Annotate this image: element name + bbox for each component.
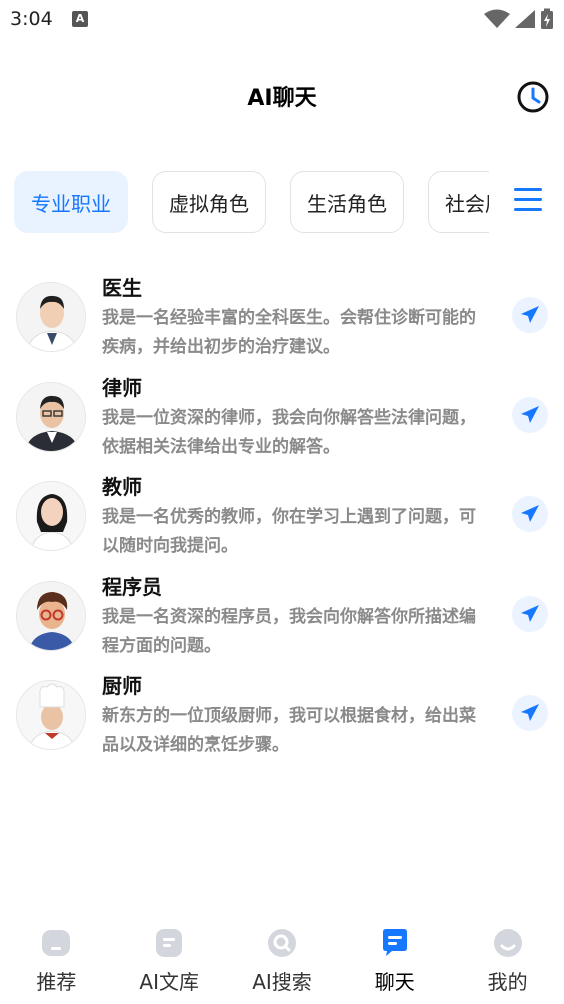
role-name: 医生	[102, 276, 142, 300]
role-list: 医生 我是一名经验丰富的全科医生。会帮住诊断可能的疾病，并给出初步的治疗建议。 …	[0, 268, 564, 766]
tab-social[interactable]: 社会层次	[428, 171, 489, 233]
list-item[interactable]: 医生 我是一名经验丰富的全科医生。会帮住诊断可能的疾病，并给出初步的治疗建议。	[0, 268, 564, 368]
avatar-lawyer	[16, 381, 86, 452]
role-desc: 我是一名资深的程序员，我会向你解答你所描述编程方面的问题。	[102, 606, 476, 656]
nav-chat[interactable]: 聊天	[338, 920, 451, 1004]
tab-label: 虚拟角色	[169, 191, 249, 216]
send-button[interactable]	[512, 595, 548, 632]
status-bar: 3:04 A	[0, 0, 564, 40]
send-icon	[521, 704, 539, 721]
send-button[interactable]	[512, 297, 548, 333]
role-desc: 我是一名优秀的教师，你在学习上遇到了问题，可以随时向我提问。	[102, 507, 476, 556]
tab-label: 生活角色	[307, 191, 387, 216]
tab-label: 专业职业	[31, 191, 111, 216]
list-item[interactable]: 程序员 我是一名资深的程序员，我会向你解答你所描述编程方面的问题。	[0, 567, 564, 667]
role-desc: 新东方的一位顶级厨师，我可以根据食材，给出菜品以及详细的烹饪步骤。	[102, 706, 476, 755]
list-item[interactable]: 律师 我是一位资深的律师，我会向你解答些法律问题，依据相关法律给出专业的解答。	[0, 368, 564, 468]
list-item[interactable]: 教师 我是一名优秀的教师，你在学习上遇到了问题，可以随时向我提问。	[0, 467, 564, 567]
page-title: AI聊天	[247, 86, 317, 111]
avatar-teacher	[16, 481, 86, 551]
send-button[interactable]	[512, 396, 548, 433]
system-icons	[484, 8, 554, 30]
role-desc: 我是一位资深的律师，我会向你解答些法律问题，依据相关法律给出专业的解答。	[102, 407, 476, 457]
chat-icon	[382, 929, 407, 956]
tab-label: 社会层次	[445, 191, 489, 216]
nav-recommend[interactable]: 推荐	[0, 920, 113, 1004]
library-icon	[156, 929, 183, 957]
category-tabs: 专业职业 虚拟角色 生活角色 社会层次	[14, 171, 489, 235]
tab-professional[interactable]: 专业职业	[14, 171, 128, 233]
nav-label: 聊天	[374, 970, 415, 994]
role-name: 程序员	[102, 574, 162, 599]
tab-life[interactable]: 生活角色	[290, 171, 404, 233]
search-icon	[267, 929, 296, 957]
send-icon	[521, 306, 539, 323]
send-button[interactable]	[512, 496, 548, 532]
wifi-icon	[484, 9, 510, 28]
history-clock-icon[interactable]	[516, 80, 550, 114]
send-icon	[521, 505, 539, 522]
send-icon	[521, 604, 539, 622]
notification-icon: A	[72, 11, 88, 27]
home-icon	[42, 930, 71, 956]
signal-icon	[515, 10, 535, 28]
tab-virtual[interactable]: 虚拟角色	[152, 171, 266, 233]
menu-icon[interactable]	[514, 188, 542, 216]
role-desc: 我是一名经验丰富的全科医生。会帮住诊断可能的疾病，并给出初步的治疗建议。	[102, 308, 476, 357]
bottom-nav: 推荐 AI文库 AI搜索 聊天 我的	[0, 920, 564, 1004]
list-item[interactable]: 厨师 新东方的一位顶级厨师，我可以根据食材，给出菜品以及详细的烹饪步骤。	[0, 666, 564, 766]
send-icon	[521, 405, 539, 423]
profile-icon	[493, 929, 522, 957]
role-name: 厨师	[102, 674, 142, 698]
nav-search[interactable]: AI搜索	[226, 920, 339, 1004]
nav-profile[interactable]: 我的	[451, 920, 564, 1004]
nav-label: 推荐	[36, 970, 77, 994]
nav-library[interactable]: AI文库	[113, 920, 226, 1004]
status-time: 3:04	[10, 8, 53, 30]
send-button[interactable]	[512, 695, 548, 731]
role-name: 律师	[102, 375, 142, 400]
nav-label: AI搜索	[252, 970, 312, 994]
nav-label: 我的	[487, 970, 528, 994]
avatar-doctor	[16, 282, 86, 352]
battery-icon	[541, 8, 553, 29]
nav-label: AI文库	[139, 970, 199, 994]
role-name: 教师	[102, 475, 142, 499]
avatar-programmer	[16, 580, 86, 651]
avatar-chef	[16, 680, 86, 750]
